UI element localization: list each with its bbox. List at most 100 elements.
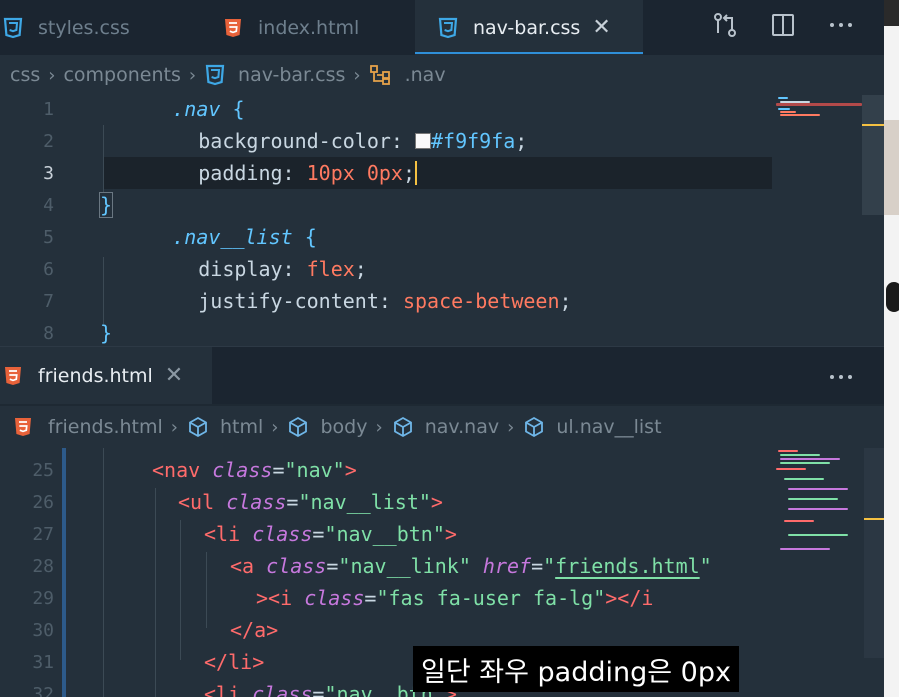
close-icon[interactable]: ✕ [165,363,183,388]
tab-styles-css[interactable]: styles.css [0,0,212,55]
editor-tab-bar: friends.html ✕ [0,347,884,404]
compare-changes-icon[interactable] [710,8,740,42]
tag-name: i [641,586,654,610]
attribute-value: "nav" [284,458,345,482]
scrollbar-cursor-marker [862,124,884,126]
line-number: 29 [32,587,54,609]
html-file-icon [222,17,244,39]
line-number: 5 [43,226,54,248]
scrollbar[interactable] [864,448,884,658]
line-number: 27 [32,523,54,545]
line-number: 8 [43,322,54,344]
chevron-right-icon: › [188,64,197,86]
breadcrumb: css › components › nav-bar.css › .nav [0,55,884,95]
line-number: 30 [32,619,54,641]
css-value: space-between [402,289,560,313]
css-property: justify-content: [198,289,391,313]
tab-nav-bar-css[interactable]: nav-bar.css ✕ [415,0,643,55]
tag-bracket: > [444,522,457,546]
tag-bracket: < [204,682,217,697]
attribute-value: "nav__link" [338,554,471,578]
breadcrumb-item[interactable]: .nav [405,64,446,86]
tag-bracket: </ [204,650,229,674]
element-cube-icon [186,415,210,439]
breadcrumb-item[interactable]: html [220,416,263,438]
line-number: 1 [43,98,54,120]
scrollbar-cursor-marker [864,518,884,520]
breadcrumb-item[interactable]: nav.nav [425,416,499,438]
tag-name: ul [190,490,215,514]
css-selector-icon [369,64,393,86]
attribute-name: class [266,554,327,578]
line-number: 31 [32,651,54,673]
equals-sign: = [364,586,377,610]
split-editor-icon[interactable] [769,8,797,42]
equals-sign: = [531,554,544,578]
tab-friends-html[interactable]: friends.html ✕ [0,347,212,404]
attribute-name: href [482,554,532,578]
line-number: 7 [43,290,54,312]
scrollbar[interactable] [862,95,884,215]
breadcrumb-item[interactable]: nav-bar.css [238,64,345,86]
tag-bracket: > [266,618,279,642]
chevron-right-icon: › [170,416,178,438]
attribute-name: class [226,490,287,514]
tab-index-html[interactable]: index.html [212,0,415,55]
semicolon: ; [559,289,572,313]
attribute-value: "nav__list" [298,490,431,514]
tag-name: i [280,586,293,610]
html-file-icon [2,365,24,387]
code-line: 26 <ul class="nav__list"> [0,486,884,518]
breadcrumb-item[interactable]: ul.nav__list [556,416,661,438]
minimap[interactable] [774,448,864,568]
editor-tab-bar: styles.css index.html nav-bar.css ✕ [0,0,884,55]
attribute-value: "fas fa-user fa-lg" [376,586,606,610]
breadcrumb-item[interactable]: css [10,64,40,86]
attribute-value: "nav__btn" [324,522,445,546]
css-property: padding: [198,161,295,185]
minimap[interactable] [776,95,862,135]
tag-name: a [242,554,255,578]
code-line: 7 justify-content: space-between; [0,285,884,317]
code-line: 28 <a class="nav__link" href="friends.ht… [0,550,884,582]
tag-bracket: < [230,554,243,578]
tag-name: li [216,682,241,697]
element-cube-icon [286,415,310,439]
css-file-icon [204,64,226,86]
more-actions-icon[interactable] [826,8,856,42]
line-number: 6 [43,258,54,280]
attribute-value: " [699,554,712,578]
line-number: 28 [32,555,54,577]
code-line: 27 <li class="nav__btn"> [0,518,884,550]
more-actions-icon[interactable] [826,360,856,394]
tag-bracket: < [152,458,165,482]
css-file-icon [437,17,459,39]
attribute-name: class [304,586,365,610]
tag-name: a [254,618,267,642]
tag-bracket: > [430,490,443,514]
tag-bracket: < [204,522,217,546]
semicolon: ; [402,161,415,185]
chevron-right-icon: › [271,416,279,438]
semicolon: ; [515,129,528,153]
breadcrumb-item[interactable]: components [63,64,180,86]
css-file-icon [2,17,24,39]
tag-bracket: > [252,650,265,674]
color-swatch[interactable] [415,133,431,149]
breadcrumb: friends.html › html › body › nav.nav › u… [0,406,884,448]
element-cube-icon [391,415,415,439]
breadcrumb-item[interactable]: friends.html [48,416,163,438]
equals-sign: = [286,490,299,514]
breadcrumb-item[interactable]: body [320,416,367,438]
css-value: 10px 0px [306,161,403,185]
close-icon[interactable]: ✕ [592,15,610,40]
css-editor[interactable]: 1 .nav { 2 background-color: #f9f9fa; 3 … [0,95,884,346]
equals-sign: = [326,554,339,578]
code-line: 25 <nav class="nav"> [0,454,884,486]
tag-name: nav [164,458,201,482]
tab-label: index.html [258,16,360,39]
attribute-value-link[interactable]: friends.html [555,554,700,578]
attribute-name: class [252,522,313,546]
tab-label: nav-bar.css [473,16,581,39]
equals-sign: = [312,682,325,697]
